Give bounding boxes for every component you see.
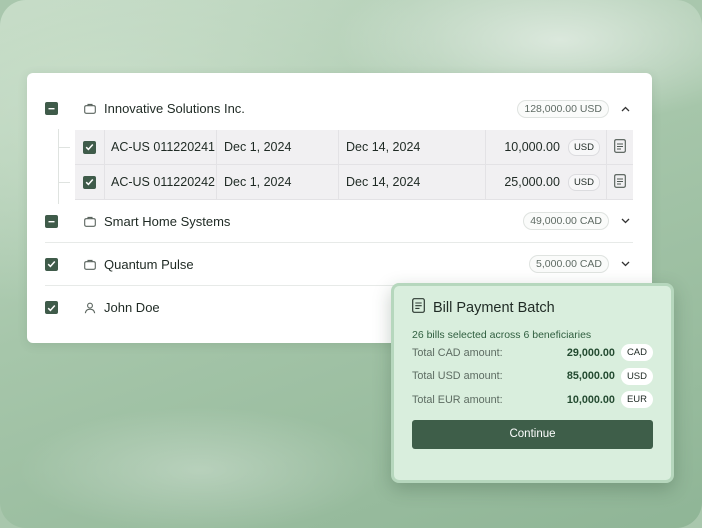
total-label: Total CAD amount:: [412, 346, 503, 359]
checkbox-partial[interactable]: [45, 102, 58, 115]
total-label: Total USD amount:: [412, 370, 503, 383]
currency-badge: EUR: [620, 391, 653, 409]
group-name: John Doe: [104, 300, 160, 315]
checkbox-checked[interactable]: [83, 140, 96, 154]
document-icon[interactable]: [614, 173, 626, 191]
group-name: Quantum Pulse: [104, 256, 194, 272]
briefcase-icon: [84, 214, 98, 228]
minus-icon: [48, 108, 55, 110]
bill-account: AC-US 011220242: [105, 165, 217, 199]
total-value: 29,000.00: [566, 346, 615, 359]
chevron-down-icon[interactable]: [617, 218, 633, 224]
checkbox-checked[interactable]: [45, 257, 58, 271]
bill-account: AC-US 011220241: [105, 130, 217, 164]
bill-amount: 25,000.00: [504, 175, 560, 189]
currency-badge: CAD: [620, 344, 653, 362]
batch-title: Bill Payment Batch: [433, 300, 555, 316]
total-value: 85,000.00: [566, 370, 615, 383]
group-name: Innovative Solutions Inc.: [104, 101, 245, 116]
background: Innovative Solutions Inc. 128,000.00 USD…: [0, 0, 702, 528]
bill-row[interactable]: AC-US 011220242 Dec 1, 2024 Dec 14, 2024…: [75, 165, 633, 200]
check-icon: [47, 260, 56, 268]
currency-badge: USD: [567, 138, 600, 156]
group-name: Smart Home Systems: [104, 213, 231, 229]
currency-badge: USD: [620, 367, 653, 385]
checkbox-checked[interactable]: [45, 301, 58, 314]
bill-row[interactable]: AC-US 011220241 Dec 1, 2024 Dec 14, 2024…: [75, 130, 633, 165]
group-amount-badge: 5,000.00 CAD: [529, 255, 609, 273]
bill-due-date: Dec 14, 2024: [339, 165, 486, 199]
total-row-usd: Total USD amount: 85,000.00 USD: [412, 365, 653, 389]
document-icon: [412, 298, 425, 318]
bill-amount: 10,000.00: [504, 140, 560, 154]
bill-date: Dec 1, 2024: [217, 130, 339, 164]
group-amount-badge: 128,000.00 USD: [517, 99, 609, 118]
document-icon[interactable]: [614, 138, 626, 156]
tree-connector-tick: [58, 147, 70, 148]
total-row-cad: Total CAD amount: 29,000.00 CAD: [412, 341, 653, 365]
chevron-down-icon[interactable]: [617, 261, 633, 267]
check-icon: [47, 304, 56, 311]
group-row-quantum-pulse[interactable]: Quantum Pulse 5,000.00 CAD: [45, 243, 633, 286]
minus-icon: [48, 220, 55, 222]
chevron-up-icon[interactable]: [617, 106, 633, 112]
group-row-smart-home-systems[interactable]: Smart Home Systems 49,000.00 CAD: [45, 200, 633, 243]
currency-badge: USD: [567, 173, 600, 191]
continue-button[interactable]: Continue: [412, 419, 653, 449]
total-value: 10,000.00: [566, 393, 615, 406]
group-row-innovative-solutions[interactable]: Innovative Solutions Inc. 128,000.00 USD: [45, 87, 633, 130]
bill-payment-batch-card: Bill Payment Batch 26 bills selected acr…: [391, 283, 674, 483]
user-icon: [84, 301, 98, 315]
total-row-eur: Total EUR amount: 10,000.00 EUR: [412, 388, 653, 412]
check-icon: [85, 178, 94, 186]
total-label: Total EUR amount:: [412, 393, 503, 406]
group-amount-badge: 49,000.00 CAD: [523, 212, 609, 230]
bill-due-date: Dec 14, 2024: [339, 130, 486, 164]
bill-date: Dec 1, 2024: [217, 165, 339, 199]
tree-connector: [58, 129, 59, 204]
check-icon: [85, 143, 94, 151]
batch-subtitle: 26 bills selected across 6 beneficiaries: [412, 329, 592, 341]
tree-connector-tick: [58, 182, 70, 183]
briefcase-icon: [84, 102, 98, 116]
checkbox-checked[interactable]: [83, 175, 96, 189]
checkbox-partial[interactable]: [45, 214, 58, 228]
briefcase-icon: [84, 257, 98, 271]
